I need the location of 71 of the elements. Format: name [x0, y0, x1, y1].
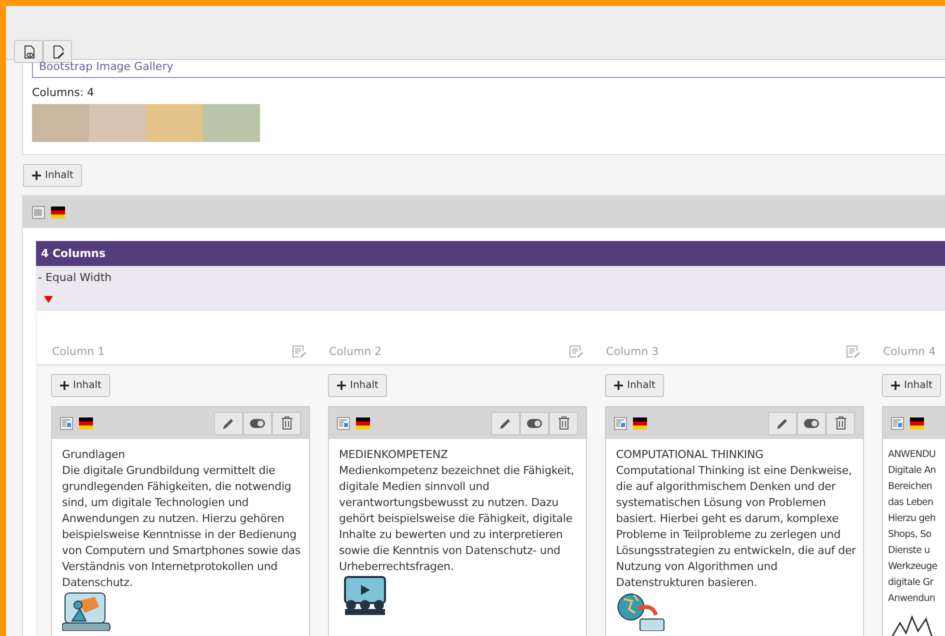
- delete-button[interactable]: [272, 412, 301, 434]
- trash-icon: [558, 416, 570, 430]
- plus-icon: [60, 381, 69, 390]
- edit-button[interactable]: [768, 412, 797, 434]
- card-title: MEDIENKOMPETENZ: [339, 447, 449, 463]
- collapse-toggle-icon[interactable]: [44, 296, 53, 303]
- grid-subtitle: - Equal Width: [38, 271, 113, 284]
- photo-placeholder: [89, 104, 146, 142]
- edit-button[interactable]: [214, 412, 243, 434]
- german-flag-icon: [633, 416, 647, 430]
- card-title: Grundlagen: [62, 447, 126, 463]
- column-heading: Column 4: [883, 345, 936, 358]
- toggle-visibility-button[interactable]: [520, 412, 549, 434]
- plus-icon: [614, 381, 623, 390]
- photo-placeholder: [203, 104, 260, 142]
- columns-label: Columns: 4: [32, 86, 96, 99]
- german-flag-icon: [356, 416, 370, 430]
- content-element-icon: [60, 416, 73, 430]
- add-content-button[interactable]: Inhalt: [605, 374, 664, 397]
- grid-icon: [32, 206, 45, 218]
- card-text: Computational Thinking ist eine Denkweise, die auf algorithmischem Denken und der systematischen Lösung von Problemen basiert. Hierbei geht es darum, komplexe Probleme in Teilprobleme zu zerlegen und Lösungsstrategien zu entwickeln, die auf der Nutzung von Algorithmen und Datenstrukturen basieren.: [616, 463, 857, 591]
- content-element-icon: [614, 416, 627, 430]
- delete-button[interactable]: [549, 412, 578, 434]
- card-text-line: Digitale An: [888, 464, 937, 478]
- toggle-visibility-button[interactable]: [797, 412, 826, 434]
- preview-button[interactable]: [14, 40, 43, 63]
- grid-title-bar: 4 Columns: [36, 241, 945, 266]
- german-flag-icon: [79, 416, 93, 430]
- card-text-line: Anwendun: [888, 592, 936, 606]
- toggle-icon: [527, 418, 542, 428]
- pencil-icon: [776, 416, 789, 430]
- card-text-line: Hierzu geh: [888, 512, 936, 526]
- column-heading: Column 2: [329, 345, 382, 358]
- pencil-icon: [499, 416, 512, 430]
- plus-icon: [891, 381, 900, 390]
- pencil-icon: [222, 416, 235, 430]
- preview-icon: [22, 44, 36, 58]
- card-text: Medienkompetenz bezeichnet die Fähigkeit, digitale Medien sinnvoll und verantwortungsbewusst zu nutzen. Dazu gehört beispielsweise die Fähigkeit, digitale Inhalte zu bewerten und zu interpretieren sowie die Kenntnis von Datenschutz- und Urheberrechtsfragen.: [339, 463, 576, 575]
- column-heading: Column 1: [52, 345, 105, 358]
- toggle-icon: [804, 418, 819, 428]
- edit-page-button[interactable]: [43, 40, 72, 63]
- edit-document-icon: [50, 44, 64, 58]
- german-flag-icon: [51, 206, 65, 218]
- gallery-title: Bootstrap Image Gallery: [32, 60, 945, 78]
- toggle-visibility-button[interactable]: [243, 412, 272, 434]
- card-text-line: Shops, So: [888, 528, 932, 542]
- photo-placeholder: [146, 104, 203, 142]
- add-content-button[interactable]: Inhalt: [23, 164, 82, 187]
- card-title: ANWENDU: [888, 448, 937, 462]
- column-heading: Column 3: [606, 345, 659, 358]
- trash-icon: [280, 416, 292, 430]
- toggle-icon: [250, 418, 265, 428]
- add-content-button[interactable]: Inhalt: [328, 374, 388, 397]
- add-content-button[interactable]: Inhalt: [882, 374, 942, 397]
- german-flag-icon: [910, 416, 924, 430]
- delete-button[interactable]: [826, 412, 855, 434]
- content-element-icon: [891, 416, 904, 430]
- plus-icon: [32, 171, 41, 180]
- card-title: COMPUTATIONAL THINKING: [616, 447, 764, 463]
- content-element-icon: [337, 416, 350, 430]
- edit-button[interactable]: [491, 412, 520, 434]
- trash-icon: [834, 416, 846, 430]
- card-text-line: digitale Gr: [888, 576, 935, 590]
- plus-icon: [337, 381, 346, 390]
- add-content-button[interactable]: Inhalt: [51, 374, 110, 397]
- card-text-line: Bereichen: [888, 480, 934, 494]
- card-text-line: Werkzeuge: [888, 560, 938, 574]
- card-text: Die digitale Grundbildung vermittelt die grundlegenden Fähigkeiten, die notwendig sind, um digitale Technologien und Anwendungen zu nutzen. Hierzu gehören beispielsweise Kenntnisse in der Bedienung von Computern und Smartphones sowie das Verständnis von Internetprotokollen und Datenschutz.: [62, 463, 302, 591]
- card-text-line: das Leben: [888, 496, 934, 510]
- card-text-line: Dienste u: [888, 544, 931, 558]
- photo-placeholder: [32, 104, 89, 142]
